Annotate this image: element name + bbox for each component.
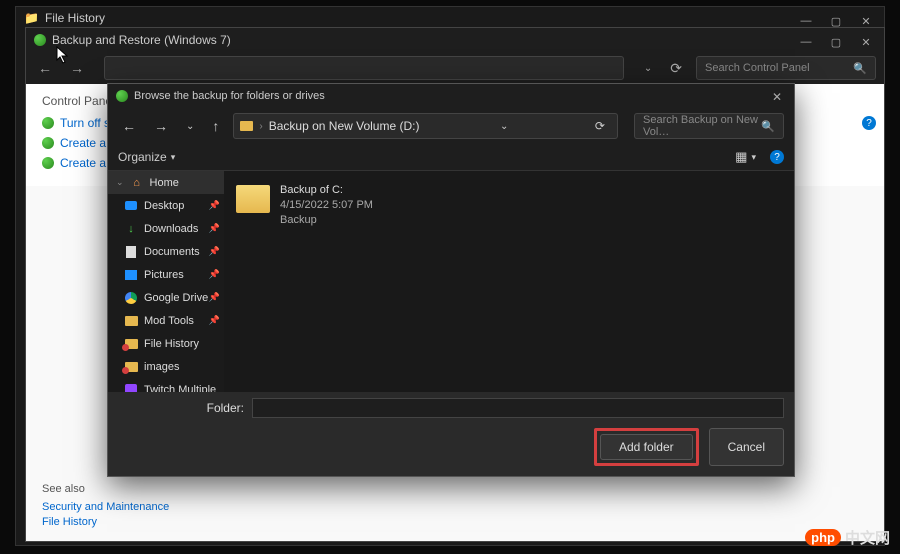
search-icon: 🔍 <box>853 62 867 75</box>
refresh-button[interactable]: ⟳ <box>589 119 611 133</box>
home-icon: ⌂ <box>130 176 144 190</box>
dialog-toolbar: ← → ⌄ ↑ › Backup on New Volume (D:) ⌄ ⟳ … <box>108 108 794 144</box>
sidebar-item-google-drive[interactable]: Google Drive📌 <box>108 286 224 309</box>
file-history-titlebar: 📁 File History <box>16 7 884 29</box>
see-also-link[interactable]: Security and Maintenance <box>42 501 169 513</box>
help-icon[interactable]: ? <box>770 150 784 164</box>
organize-menu[interactable]: Organize ▾ <box>118 150 175 164</box>
backup-restore-titlebar: Backup and Restore (Windows 7) <box>26 28 884 52</box>
close-button[interactable]: ✕ <box>852 32 880 52</box>
search-placeholder: Search Backup on New Vol… <box>643 114 761 138</box>
folder-icon <box>125 339 138 349</box>
pin-icon: 📌 <box>209 315 220 326</box>
maximize-button[interactable]: ▢ <box>822 32 850 52</box>
list-item[interactable]: Backup of C: 4/15/2022 5:07 PM Backup <box>232 179 786 232</box>
folder-icon <box>125 362 138 372</box>
item-metadata: Backup of C: 4/15/2022 5:07 PM Backup <box>280 183 373 228</box>
dialog-close-button[interactable]: ✕ <box>762 86 792 108</box>
chevron-right-icon: › <box>259 121 262 132</box>
google-drive-icon <box>125 292 137 304</box>
dropdown-icon[interactable]: ⌄ <box>640 59 656 78</box>
dialog-titlebar: Browse the backup for folders or drives <box>108 84 794 108</box>
dialog-icon <box>116 90 128 102</box>
sidebar-item-desktop[interactable]: Desktop📌 <box>108 194 224 217</box>
desktop-icon <box>125 201 137 210</box>
view-options-button[interactable]: ▦ ▾ <box>729 149 762 165</box>
see-also-link[interactable]: File History <box>42 516 169 528</box>
dialog-menubar: Organize ▾ ▦ ▾ ? <box>108 144 794 170</box>
shield-icon <box>42 137 54 149</box>
search-icon: 🔍 <box>761 120 775 133</box>
shield-icon <box>42 117 54 129</box>
recent-locations-button[interactable]: ⌄ <box>182 117 198 136</box>
watermark: php 中文网 <box>805 527 890 548</box>
pin-icon: 📌 <box>209 269 220 280</box>
folder-icon <box>125 316 138 326</box>
browse-backup-dialog: Browse the backup for folders or drives … <box>107 83 795 477</box>
breadcrumb-segment[interactable]: Backup on New Volume (D:) <box>269 119 420 133</box>
item-type: Backup <box>280 213 373 228</box>
search-backup-input[interactable]: Search Backup on New Vol… 🔍 <box>634 113 784 139</box>
sidebar-item-documents[interactable]: Documents📌 <box>108 240 224 263</box>
dialog-body: ⌄ ⌂ Home Desktop📌 ↓Downloads📌 Documents📌… <box>108 170 794 392</box>
folder-icon <box>240 121 253 131</box>
pin-icon: 📌 <box>209 200 220 211</box>
up-button[interactable]: ↑ <box>208 114 223 138</box>
dialog-title-text: Browse the backup for folders or drives <box>134 90 325 102</box>
forward-button[interactable]: → <box>150 114 172 138</box>
search-control-panel[interactable]: Search Control Panel 🔍 <box>696 56 876 80</box>
shield-icon <box>42 157 54 169</box>
see-also-header: See also <box>42 483 169 495</box>
search-placeholder: Search Control Panel <box>705 62 810 74</box>
help-icon[interactable]: ? <box>862 116 876 130</box>
address-bar[interactable] <box>104 56 624 80</box>
twitch-icon <box>125 384 137 393</box>
file-list-pane[interactable]: Backup of C: 4/15/2022 5:07 PM Backup <box>224 171 794 392</box>
pin-icon: 📌 <box>209 223 220 234</box>
sidebar-item-file-history[interactable]: File History <box>108 332 224 355</box>
refresh-button[interactable]: ⟳ <box>666 56 686 81</box>
folder-icon <box>236 185 270 213</box>
file-history-title-text: File History <box>45 11 105 25</box>
sidebar-item-pictures[interactable]: Pictures📌 <box>108 263 224 286</box>
navigation-pane: ⌄ ⌂ Home Desktop📌 ↓Downloads📌 Documents📌… <box>108 171 224 392</box>
backup-restore-toolbar: ← → ⌄ ⟳ Search Control Panel 🔍 <box>26 52 884 84</box>
back-button[interactable]: ← <box>34 56 56 80</box>
minimize-button[interactable]: — <box>792 32 820 52</box>
cancel-button[interactable]: Cancel <box>709 428 784 466</box>
back-button[interactable]: ← <box>118 114 140 138</box>
chevron-down-icon: ▾ <box>171 152 176 163</box>
item-date: 4/15/2022 5:07 PM <box>280 198 373 213</box>
pin-icon: 📌 <box>209 292 220 303</box>
document-icon <box>126 246 136 258</box>
watermark-logo: php <box>805 529 841 546</box>
address-bar[interactable]: › Backup on New Volume (D:) ⌄ ⟳ <box>233 113 618 139</box>
see-also-section: See also Security and Maintenance File H… <box>42 483 169 531</box>
sidebar-item-mod-tools[interactable]: Mod Tools📌 <box>108 309 224 332</box>
forward-button[interactable]: → <box>66 56 88 80</box>
breadcrumb-dropdown-icon[interactable]: ⌄ <box>494 121 514 132</box>
sidebar-item-twitch[interactable]: Twitch Multiple <box>108 378 224 392</box>
backup-restore-title-text: Backup and Restore (Windows 7) <box>52 33 231 47</box>
folder-input[interactable] <box>252 398 784 418</box>
tutorial-highlight: Add folder <box>594 428 699 466</box>
sidebar-item-images[interactable]: images <box>108 355 224 378</box>
add-folder-button[interactable]: Add folder <box>600 434 693 460</box>
download-icon: ↓ <box>124 222 138 236</box>
pictures-icon <box>125 270 137 280</box>
sidebar-item-home[interactable]: ⌄ ⌂ Home <box>108 171 224 194</box>
dialog-footer: Folder: Add folder Cancel <box>108 392 794 476</box>
folder-label: Folder: <box>118 401 244 415</box>
file-history-icon: 📁 <box>24 11 39 25</box>
item-name: Backup of C: <box>280 183 373 198</box>
pin-icon: 📌 <box>209 246 220 257</box>
watermark-text: 中文网 <box>845 527 890 548</box>
chevron-down-icon: ⌄ <box>116 177 124 188</box>
sidebar-item-downloads[interactable]: ↓Downloads📌 <box>108 217 224 240</box>
backup-restore-icon <box>34 34 46 46</box>
